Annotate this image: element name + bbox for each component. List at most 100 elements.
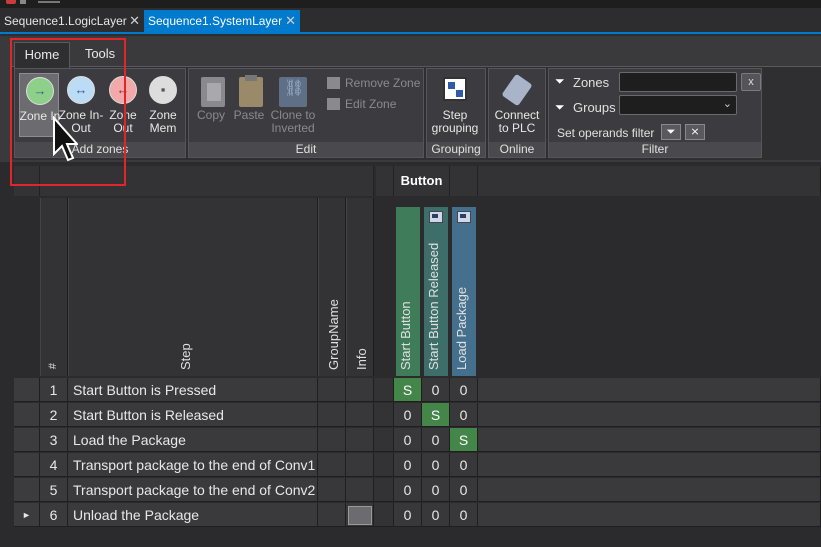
row-info[interactable]: [346, 428, 374, 452]
table-row[interactable]: 4 Transport package to the end of Conv1 0 0…: [0, 453, 821, 478]
highlight-box: [10, 38, 126, 186]
column-info-label: Info: [354, 348, 369, 370]
paste-icon: [239, 75, 263, 107]
set-filter-button[interactable]: ⏷: [661, 124, 681, 140]
tab-label: Sequence1.LogicLayer: [4, 14, 127, 28]
row-spacer: [374, 503, 394, 527]
zone-cell[interactable]: 0: [450, 378, 478, 402]
remove-zone-label: Remove Zone: [345, 76, 421, 90]
row-step[interactable]: Start Button is Released: [68, 403, 318, 427]
table-row[interactable]: ► 6 Unload the Package 0 0 0: [0, 503, 821, 528]
group-header-button[interactable]: Button: [394, 166, 450, 196]
zones-label: Zones: [573, 75, 610, 90]
column-num-label: #: [47, 362, 60, 370]
header-spacer: [450, 166, 478, 196]
connect-plc-button[interactable]: Connect to PLC: [495, 73, 539, 137]
zone-mem-label: Zone Mem: [149, 108, 177, 135]
step-grouping-button[interactable]: Step grouping: [432, 73, 478, 137]
signal-start-button-released[interactable]: Start Button Released: [424, 207, 448, 376]
zone-cell[interactable]: 0: [422, 478, 450, 502]
copy-button[interactable]: Copy: [191, 73, 231, 137]
zone-cell[interactable]: 0: [394, 453, 422, 477]
zone-mem-button[interactable]: ▪ Zone Mem: [143, 73, 183, 137]
tab-logic-layer[interactable]: Sequence1.LogicLayer ✕: [0, 10, 144, 32]
clear-filter-button[interactable]: ⨯: [685, 124, 705, 140]
close-icon[interactable]: ✕: [129, 10, 140, 32]
clone-inverted-label: Clone to Inverted: [270, 108, 316, 135]
row-info[interactable]: [346, 453, 374, 477]
filter-icon: ⏷: [555, 74, 565, 88]
row-spacer: [478, 478, 821, 502]
signal-type-icon: [457, 211, 471, 223]
column-num[interactable]: #: [40, 198, 68, 376]
zone-cell[interactable]: 0: [394, 428, 422, 452]
column-step-label: Step: [178, 343, 193, 370]
row-marker: [14, 428, 40, 452]
row-marker: [14, 403, 40, 427]
signal-load-package[interactable]: Load Package: [452, 207, 476, 376]
row-spacer: [478, 503, 821, 527]
clone-inverted-button[interactable]: Clone to Inverted: [271, 73, 315, 137]
zone-cell[interactable]: 0: [450, 453, 478, 477]
row-info[interactable]: [346, 403, 374, 427]
info-box[interactable]: [348, 506, 372, 525]
zone-mem-icon: ▪: [149, 76, 177, 104]
zone-cell[interactable]: 0: [422, 453, 450, 477]
zone-cell[interactable]: S: [450, 428, 478, 452]
table-row[interactable]: 2 Start Button is Released 0 S 0: [0, 403, 821, 428]
signal-label: Start Button Released: [426, 242, 441, 370]
zone-cell[interactable]: 0: [394, 503, 422, 527]
groups-select[interactable]: ⌄: [619, 95, 737, 115]
zone-cell[interactable]: 0: [394, 403, 422, 427]
app-icon-secondary: [20, 0, 26, 4]
row-groupname: [318, 478, 346, 502]
row-step[interactable]: Transport package to the end of Conv1: [68, 453, 318, 477]
document-tabs: Sequence1.LogicLayer ✕ Sequence1.SystemL…: [0, 8, 821, 34]
row-step[interactable]: Unload the Package: [68, 503, 318, 527]
row-number: 5: [40, 478, 68, 502]
row-step[interactable]: Transport package to the end of Conv2: [68, 478, 318, 502]
copy-icon: [201, 77, 225, 107]
zone-cell[interactable]: S: [394, 378, 422, 402]
zone-cell[interactable]: S: [422, 403, 450, 427]
column-groupname[interactable]: GroupName: [318, 198, 346, 376]
tab-system-layer[interactable]: Sequence1.SystemLayer ✕: [144, 10, 300, 32]
group-grouping: Step grouping Grouping: [426, 68, 486, 158]
link-icon: [279, 77, 307, 107]
zone-cell[interactable]: 0: [450, 403, 478, 427]
row-number: 1: [40, 378, 68, 402]
column-info[interactable]: Info: [346, 198, 374, 376]
row-info[interactable]: [346, 378, 374, 402]
zone-cell[interactable]: 0: [394, 478, 422, 502]
set-operands-label: Set operands filter: [557, 126, 655, 140]
row-step[interactable]: Start Button is Pressed: [68, 378, 318, 402]
zone-cell[interactable]: 0: [450, 478, 478, 502]
app-icon: [6, 0, 16, 4]
remove-zone-button[interactable]: Remove Zone: [327, 75, 420, 91]
row-groupname: [318, 453, 346, 477]
table-row[interactable]: 3 Load the Package 0 0 S: [0, 428, 821, 453]
row-step[interactable]: Load the Package: [68, 428, 318, 452]
zone-cell[interactable]: 0: [422, 503, 450, 527]
chevron-down-icon: ⌄: [722, 98, 732, 110]
signal-start-button[interactable]: Start Button: [396, 207, 420, 376]
row-spacer: [374, 428, 394, 452]
row-spacer: [478, 403, 821, 427]
edit-zone-button[interactable]: Edit Zone: [327, 96, 396, 112]
table-row[interactable]: 5 Transport package to the end of Conv2 0 0…: [0, 478, 821, 503]
row-marker: ►: [14, 503, 40, 527]
table-row[interactable]: 1 Start Button is Pressed S 0 0: [0, 378, 821, 403]
group-label: Filter: [549, 142, 761, 157]
close-icon[interactable]: ✕: [285, 10, 296, 32]
column-step[interactable]: Step: [68, 198, 318, 376]
zone-cell[interactable]: 0: [422, 428, 450, 452]
row-info[interactable]: [346, 478, 374, 502]
row-info[interactable]: [346, 503, 374, 527]
row-groupname: [318, 428, 346, 452]
zone-cell[interactable]: 0: [422, 378, 450, 402]
clear-zones-button[interactable]: x: [741, 73, 761, 91]
step-grouping-label: Step grouping: [431, 108, 479, 135]
row-spacer: [374, 453, 394, 477]
zones-input[interactable]: [619, 72, 737, 92]
zone-cell[interactable]: 0: [450, 503, 478, 527]
